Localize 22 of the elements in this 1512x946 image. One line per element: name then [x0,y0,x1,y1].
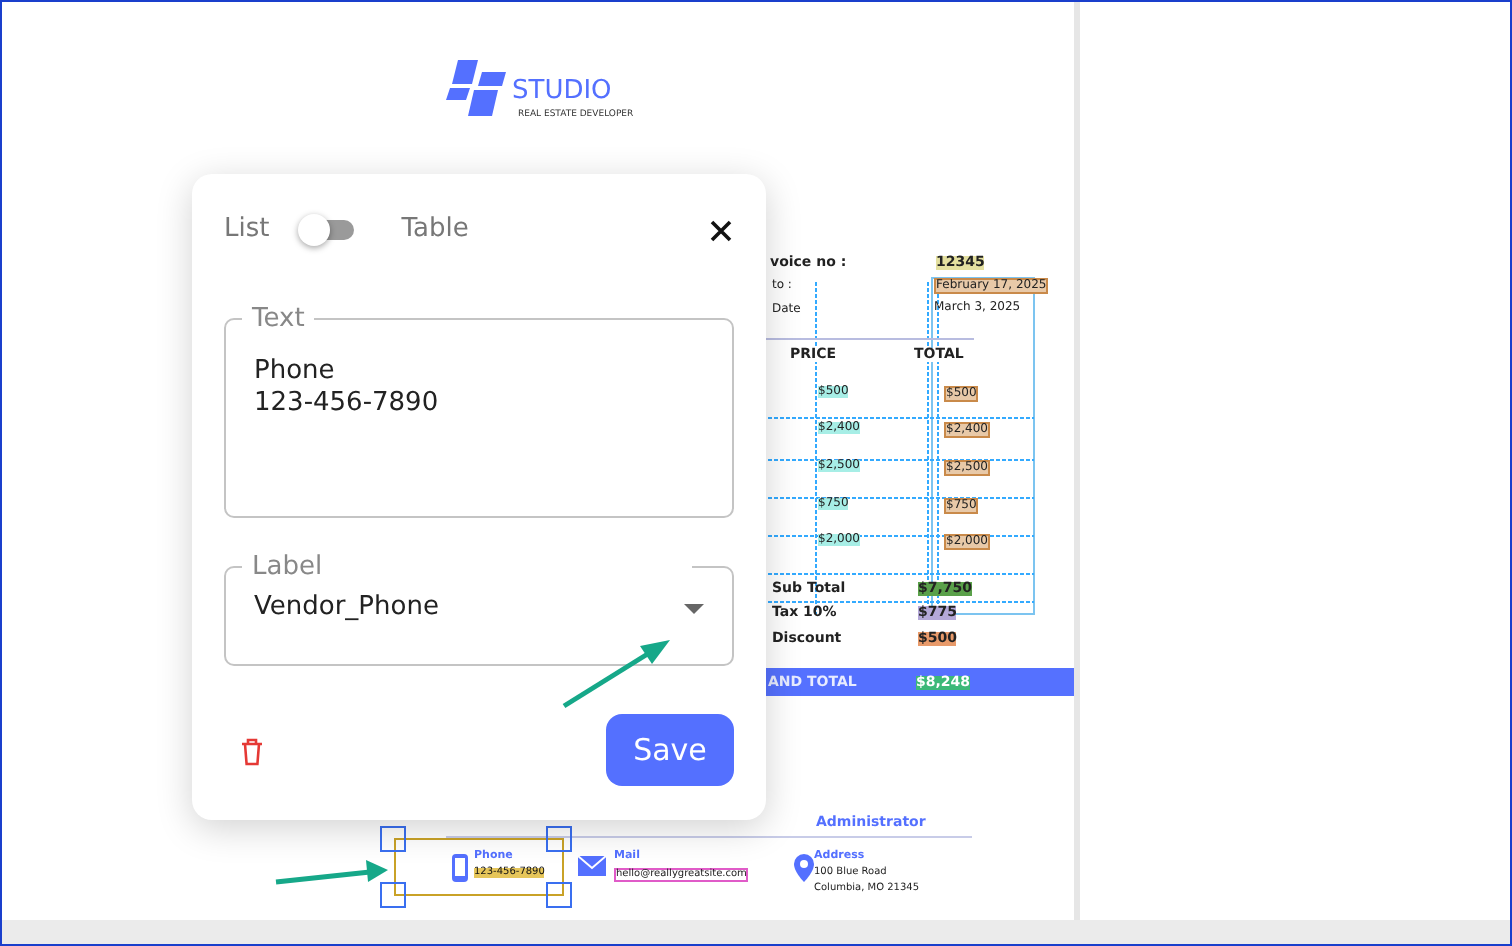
resize-handle[interactable] [380,882,406,908]
close-icon [709,220,731,243]
mail-icon [578,854,606,882]
location-pin-icon [794,854,814,882]
view-toggle[interactable] [301,220,354,240]
resize-handle[interactable] [546,882,572,908]
caret-icon [684,603,704,613]
resize-handle[interactable] [380,826,406,852]
phone-icon [450,854,470,882]
selection-box[interactable] [393,838,563,896]
pointer-arrow [560,636,674,710]
logo-icon [444,60,508,116]
field-legend: Label [242,554,692,580]
logo-title: STUDIO [512,78,612,104]
text-field[interactable]: Text Phone 123-456-7890 [224,306,734,518]
pointer-arrow [274,858,390,886]
trash-icon [240,737,264,766]
save-button[interactable]: Save [606,714,734,786]
toggle-label: Table [401,212,469,249]
toggle-label: List [224,212,270,249]
field-legend: Text [242,306,315,332]
resize-handle[interactable] [546,826,572,852]
